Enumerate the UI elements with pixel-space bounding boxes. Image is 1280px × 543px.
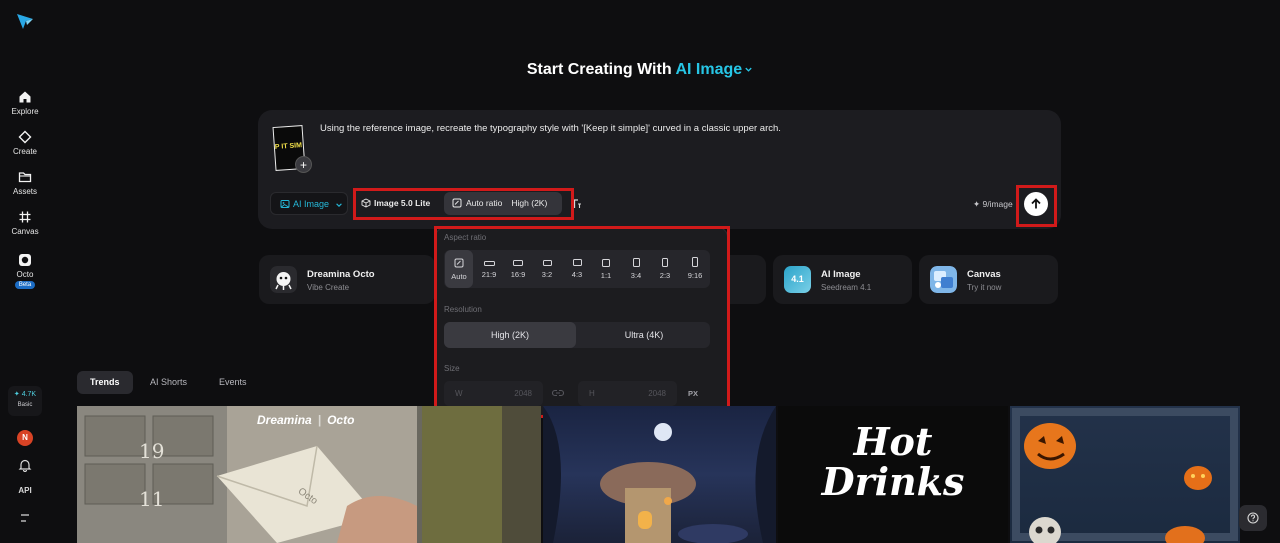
gallery-item-halloween-frame[interactable] xyxy=(1010,406,1240,543)
image-icon xyxy=(280,200,290,208)
watermark-sub: Octo xyxy=(327,413,355,427)
plan-tier: Basic xyxy=(17,402,33,408)
tab-trends[interactable]: Trends xyxy=(77,371,133,394)
hot-drinks-title: Hot Drinks xyxy=(778,422,1008,502)
sidebar-item-label: Canvas xyxy=(11,227,39,236)
grid-hash-icon xyxy=(19,211,31,223)
card-title: AI Image xyxy=(821,269,861,280)
tab-ai-shorts[interactable]: AI Shorts xyxy=(137,371,200,394)
card-title: Dreamina Octo xyxy=(307,269,375,280)
credits-badge[interactable]: ✦ 4.7K Basic xyxy=(8,386,42,416)
bell-icon[interactable] xyxy=(18,458,32,472)
watermark-brand: Dreamina xyxy=(257,413,312,427)
mode-label: AI Image xyxy=(293,199,330,209)
tool-selector[interactable]: AI Image xyxy=(675,61,753,78)
hot-drinks-line1: Hot xyxy=(853,419,933,464)
help-icon xyxy=(1247,512,1259,524)
mailbox-number: 11 xyxy=(139,487,165,511)
beta-badge: Beta xyxy=(14,281,36,289)
tab-events[interactable]: Events xyxy=(206,371,260,394)
hot-drinks-line2: Drinks xyxy=(821,459,965,504)
dreamina-logo[interactable] xyxy=(15,11,35,31)
card-subtitle: Vibe Create xyxy=(307,283,350,292)
canvas-icon xyxy=(930,266,957,293)
sidebar-item-explore[interactable]: Explore xyxy=(0,90,50,116)
seedream-icon: 4.1 xyxy=(784,266,811,293)
mushroom-house-image xyxy=(543,406,776,543)
help-button[interactable] xyxy=(1239,505,1267,531)
page-title: Start Creating With AI Image xyxy=(0,61,1280,79)
sidebar: Explore Create Assets Canvas Octo Beta ✦… xyxy=(0,0,50,543)
card-subtitle: Try it now xyxy=(967,283,1002,292)
heading-prefix: Start Creating With xyxy=(526,61,672,78)
card-ai-image[interactable]: 4.1 AI Image Seedream 4.1 xyxy=(773,255,912,304)
chevron-down-icon xyxy=(335,203,342,207)
gallery-item-mushroom-house[interactable] xyxy=(543,406,776,543)
card-hidden-partial[interactable] xyxy=(728,255,766,304)
gallery-item-octo-letter[interactable]: 19 11 Octo Dreamina | Octo xyxy=(77,406,541,543)
menu-icon[interactable] xyxy=(18,511,32,525)
highlight-popover xyxy=(434,226,730,418)
card-subtitle: Seedream 4.1 xyxy=(821,283,872,292)
folder-icon xyxy=(18,172,32,183)
highlight-model-ratio xyxy=(353,188,574,220)
sidebar-item-octo[interactable]: Octo Beta xyxy=(0,253,50,289)
sidebar-item-create[interactable]: Create xyxy=(0,130,50,156)
api-link[interactable]: API xyxy=(0,486,50,495)
card-title: Canvas xyxy=(967,269,1001,280)
card-canvas[interactable]: Canvas Try it now xyxy=(919,255,1058,304)
tool-selector-label: AI Image xyxy=(675,61,743,78)
card-dreamina-octo[interactable]: Dreamina Octo Vibe Create xyxy=(259,255,435,304)
sidebar-item-assets[interactable]: Assets xyxy=(0,170,50,196)
sidebar-item-canvas[interactable]: Canvas xyxy=(0,210,50,236)
watermark: Dreamina | Octo xyxy=(257,413,355,427)
add-reference-button[interactable]: + xyxy=(295,156,312,173)
credit-cost: ✦ 9/image xyxy=(973,199,1013,209)
gallery-item-hot-drinks[interactable]: Hot Drinks xyxy=(778,406,1008,543)
octo-icon xyxy=(19,254,31,266)
octo-mascot-icon xyxy=(270,266,297,293)
sidebar-item-label: Octo xyxy=(16,270,34,279)
sidebar-item-label: Create xyxy=(12,147,37,156)
chevron-down-icon xyxy=(745,67,752,73)
avatar[interactable]: N xyxy=(17,430,33,446)
sidebar-item-label: Explore xyxy=(11,107,39,116)
sidebar-item-label: Assets xyxy=(12,187,37,196)
prompt-input[interactable]: Using the reference image, recreate the … xyxy=(320,123,781,134)
halloween-pumpkin-image xyxy=(1012,408,1238,543)
mode-selector[interactable]: AI Image xyxy=(270,192,348,215)
credits-amount: ✦ 4.7K xyxy=(13,391,37,398)
mailbox-number: 19 xyxy=(139,439,165,463)
highlight-generate xyxy=(1016,185,1057,227)
diamond-icon xyxy=(18,130,32,144)
home-icon xyxy=(19,91,31,103)
